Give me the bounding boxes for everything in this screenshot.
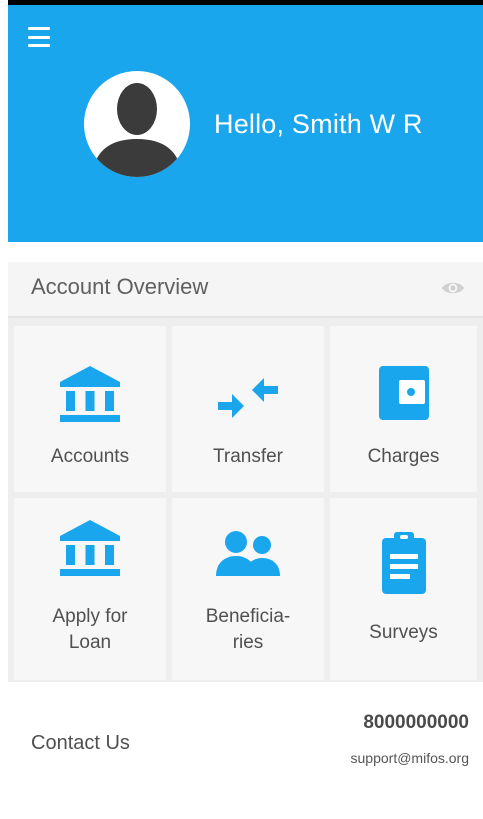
menu-icon[interactable]: [28, 27, 50, 47]
people-icon: [216, 531, 280, 576]
wallet-icon: [379, 366, 429, 420]
phone-number[interactable]: 8000000000: [363, 712, 469, 734]
beneficiaries-tile[interactable]: Beneficia- ries: [172, 498, 324, 680]
accounts-label: Accounts: [50, 446, 130, 467]
contact-us-label: Contact Us: [31, 732, 130, 754]
greeting-text: Hello, Smith W R: [214, 109, 423, 139]
dashboard-grid: Accounts Transfer Charges Apply for Loan: [8, 318, 483, 682]
user-silhouette-icon: [92, 83, 182, 177]
transfer-icon: [218, 378, 278, 418]
bank-icon: [60, 520, 120, 576]
support-email[interactable]: support@mifos.org: [351, 750, 469, 766]
apply-for-loan-label: Apply for Loan: [52, 606, 128, 653]
account-overview-bar[interactable]: Account Overview: [8, 262, 483, 318]
home-header: Hello, Smith W R: [8, 5, 483, 242]
transfer-tile[interactable]: Transfer: [172, 326, 324, 492]
surveys-tile[interactable]: Surveys: [330, 498, 477, 680]
bank-icon: [60, 366, 120, 422]
avatar[interactable]: [84, 71, 190, 177]
contact-footer: Contact Us 8000000000 support@mifos.org: [8, 684, 483, 819]
surveys-label: Surveys: [369, 622, 438, 643]
transfer-label: Transfer: [212, 446, 284, 467]
beneficiaries-label: Beneficia- ries: [205, 606, 291, 653]
clipboard-icon: [382, 532, 426, 594]
charges-label: Charges: [367, 446, 440, 467]
account-overview-title: Account Overview: [31, 274, 209, 299]
eye-icon[interactable]: [441, 278, 465, 298]
apply-for-loan-tile[interactable]: Apply for Loan: [14, 498, 166, 680]
charges-tile[interactable]: Charges: [330, 326, 477, 492]
accounts-tile[interactable]: Accounts: [14, 326, 166, 492]
